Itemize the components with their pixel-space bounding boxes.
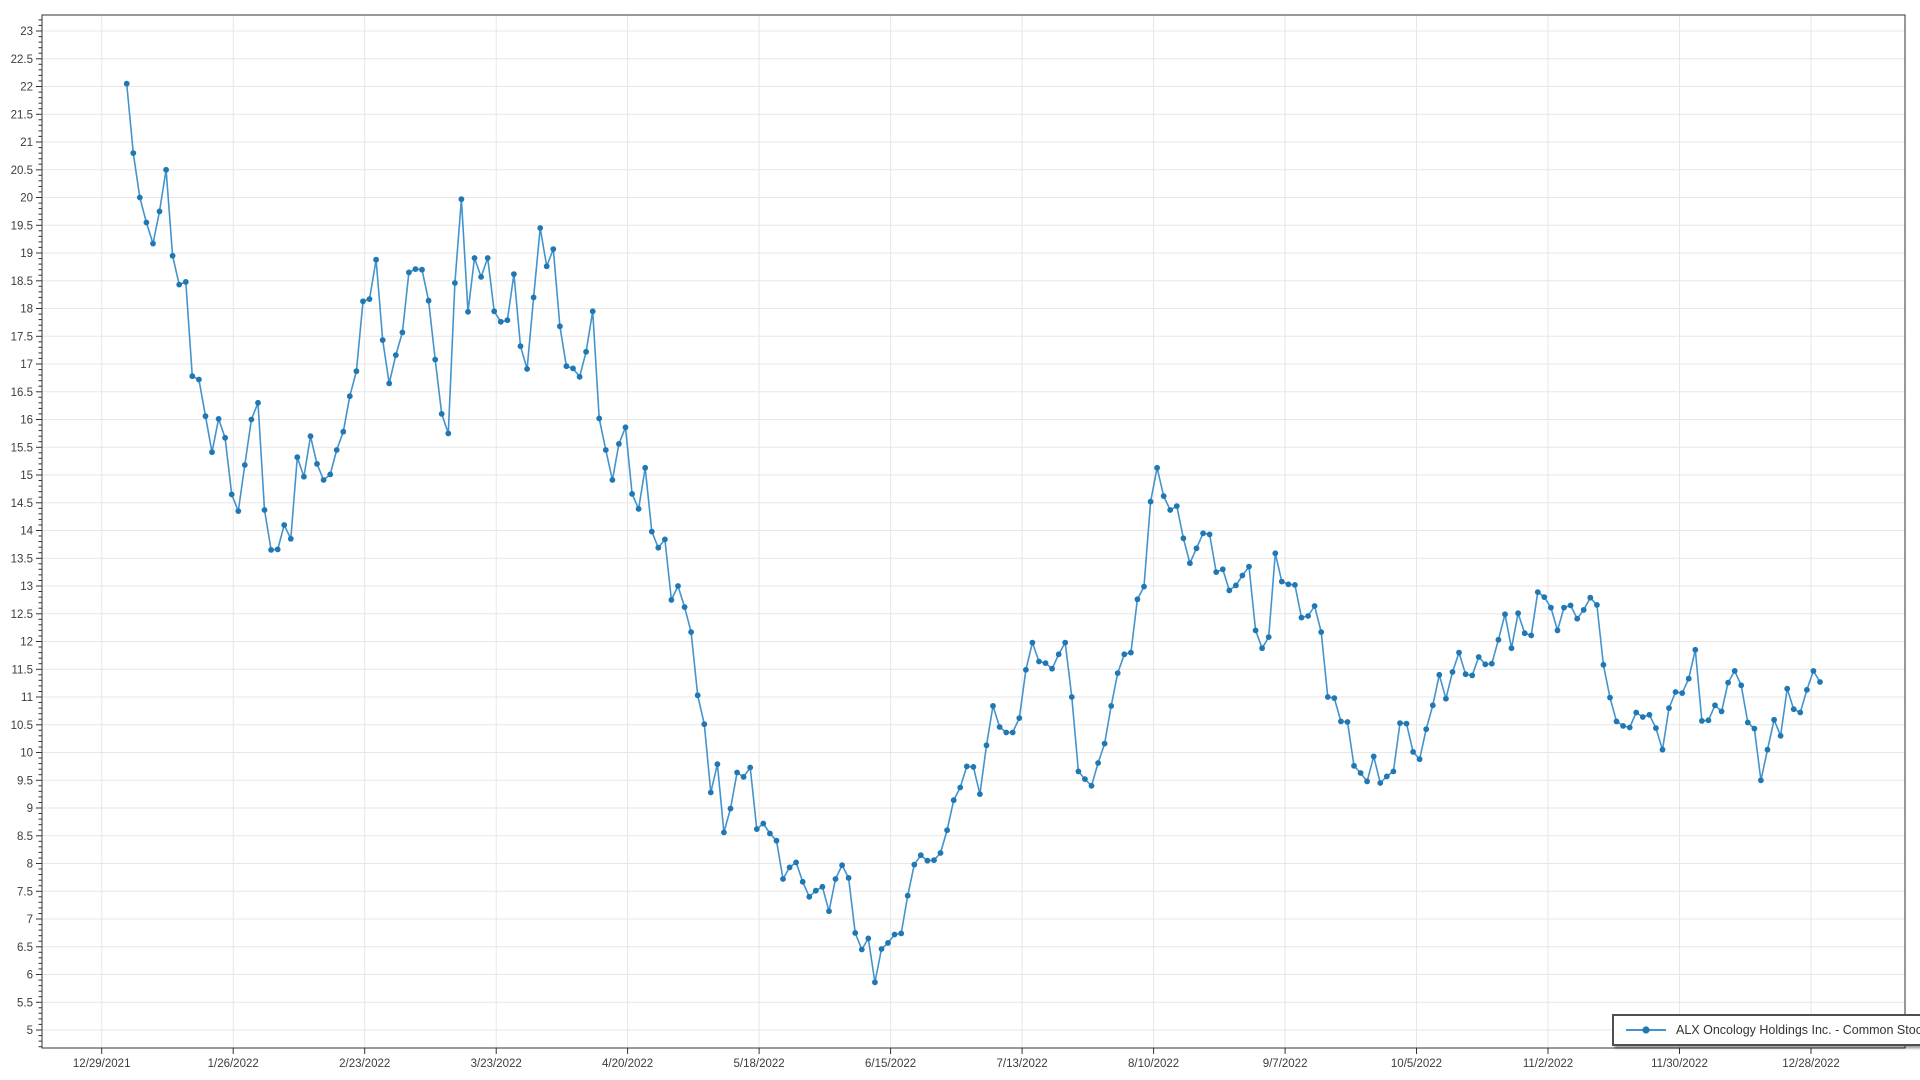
- svg-text:9/7/2022: 9/7/2022: [1263, 1058, 1308, 1070]
- svg-text:18.5: 18.5: [11, 276, 33, 288]
- svg-text:8/10/2022: 8/10/2022: [1128, 1058, 1179, 1070]
- svg-text:21: 21: [20, 137, 33, 149]
- svg-text:4/20/2022: 4/20/2022: [602, 1058, 653, 1070]
- svg-text:7: 7: [27, 914, 33, 926]
- stock-price-chart[interactable]: 5 5.5 6 6.5 7 7.5 8 8.5 9 9.5 10 10.5 11 11.5 12 12.5 13…: [0, 0, 1920, 1080]
- svg-text:19.5: 19.5: [11, 220, 33, 232]
- svg-text:20: 20: [20, 193, 33, 205]
- svg-text:16.5: 16.5: [11, 387, 33, 399]
- svg-text:11/30/2022: 11/30/2022: [1651, 1058, 1708, 1070]
- svg-text:23: 23: [20, 26, 33, 38]
- svg-text:12.5: 12.5: [11, 609, 33, 621]
- svg-text:22: 22: [20, 82, 33, 94]
- y-gridlines: [42, 31, 1905, 1030]
- legend-series-marker: [1625, 1024, 1667, 1036]
- svg-text:5/18/2022: 5/18/2022: [734, 1058, 785, 1070]
- svg-text:12/29/2021: 12/29/2021: [73, 1058, 131, 1070]
- svg-text:17: 17: [20, 359, 33, 371]
- svg-text:6/15/2022: 6/15/2022: [865, 1058, 916, 1070]
- y-axis-ticks: [36, 20, 42, 1047]
- x-axis-labels: 12/29/2021 1/26/2022 2/23/2022 3/23/2022 4/2…: [73, 1058, 1840, 1070]
- svg-text:6: 6: [27, 970, 33, 982]
- svg-text:15.5: 15.5: [11, 442, 33, 454]
- svg-text:2/23/2022: 2/23/2022: [339, 1058, 390, 1070]
- svg-text:10: 10: [20, 748, 33, 760]
- svg-text:13.5: 13.5: [11, 553, 33, 565]
- y-axis-labels: 5 5.5 6 6.5 7 7.5 8 8.5 9 9.5 10 10.5 11 11.5 12 12.5 13…: [11, 26, 34, 1037]
- svg-text:3/23/2022: 3/23/2022: [471, 1058, 522, 1070]
- svg-text:22.5: 22.5: [11, 54, 33, 66]
- legend-series-label: ALX Oncology Holdings Inc. - Common Stoc…: [1676, 1023, 1920, 1037]
- svg-text:14: 14: [20, 526, 33, 538]
- svg-text:5: 5: [27, 1025, 33, 1037]
- svg-text:11.5: 11.5: [11, 664, 33, 676]
- x-axis-ticks: [102, 1048, 1811, 1054]
- svg-text:9.5: 9.5: [17, 775, 33, 787]
- price-markers: [124, 81, 1823, 985]
- svg-text:6.5: 6.5: [17, 942, 33, 954]
- svg-text:18: 18: [20, 304, 33, 316]
- legend[interactable]: ALX Oncology Holdings Inc. - Common Stoc…: [1612, 1014, 1920, 1046]
- svg-text:19: 19: [20, 248, 33, 260]
- svg-text:11: 11: [21, 692, 33, 704]
- svg-text:7/13/2022: 7/13/2022: [997, 1058, 1048, 1070]
- svg-text:10/5/2022: 10/5/2022: [1391, 1058, 1442, 1070]
- svg-text:12/28/2022: 12/28/2022: [1782, 1058, 1840, 1070]
- svg-text:9: 9: [27, 803, 33, 815]
- svg-text:10.5: 10.5: [11, 720, 33, 732]
- svg-text:16: 16: [20, 415, 33, 427]
- svg-text:5.5: 5.5: [17, 997, 33, 1009]
- svg-text:8: 8: [27, 859, 33, 871]
- svg-text:1/26/2022: 1/26/2022: [208, 1058, 259, 1070]
- price-line: [127, 84, 1820, 983]
- svg-text:17.5: 17.5: [11, 331, 33, 343]
- chart-window: 5 5.5 6 6.5 7 7.5 8 8.5 9 9.5 10 10.5 11 11.5 12 12.5 13…: [0, 0, 1920, 1080]
- svg-text:20.5: 20.5: [11, 165, 33, 177]
- svg-text:15: 15: [20, 470, 33, 482]
- svg-text:7.5: 7.5: [17, 886, 33, 898]
- svg-text:12: 12: [20, 637, 33, 649]
- svg-text:13: 13: [20, 581, 33, 593]
- svg-text:21.5: 21.5: [11, 109, 33, 121]
- svg-text:8.5: 8.5: [17, 831, 33, 843]
- svg-text:14.5: 14.5: [11, 498, 33, 510]
- svg-text:11/2/2022: 11/2/2022: [1523, 1058, 1573, 1070]
